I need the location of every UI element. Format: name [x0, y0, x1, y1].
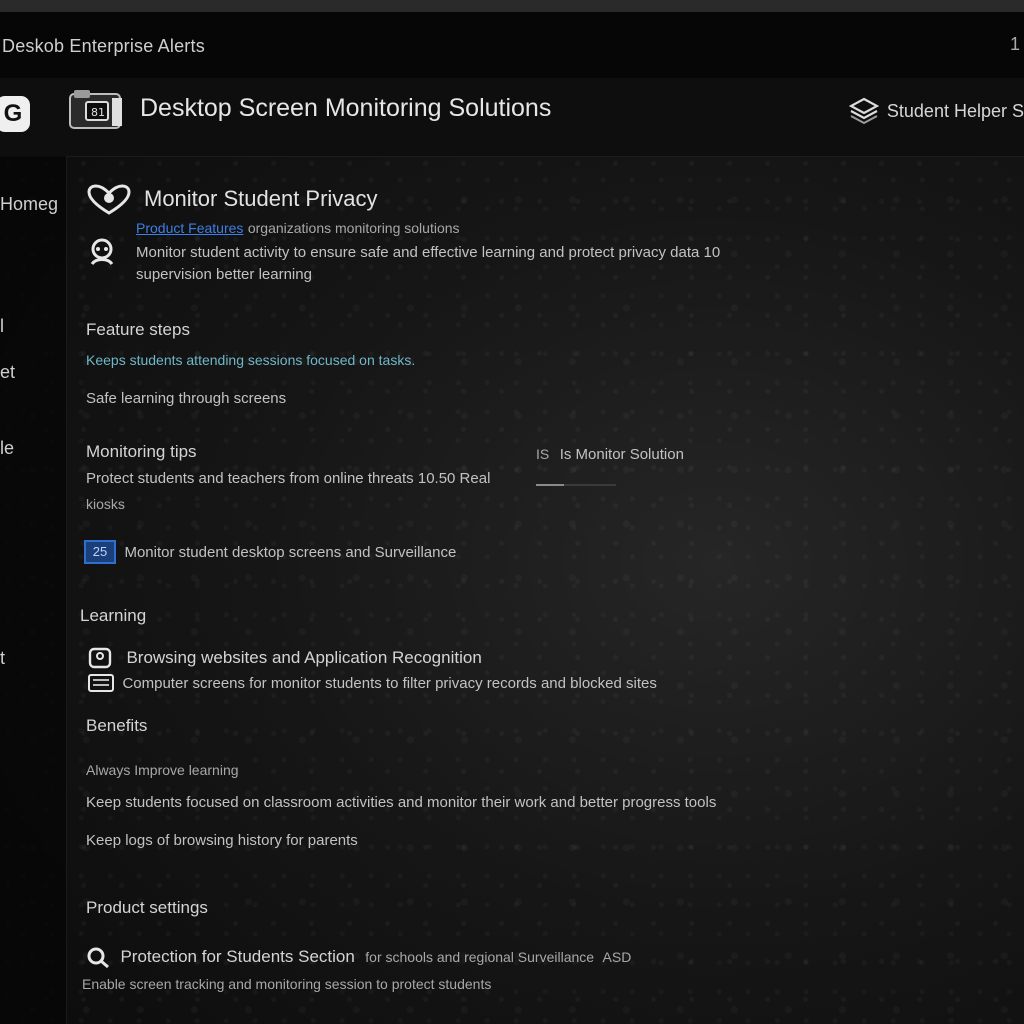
sidebar-item-2[interactable]: l: [0, 316, 4, 337]
product-item-title: Protection for Students Section: [120, 947, 355, 966]
search-icon: [87, 947, 109, 968]
monitoring-line-2: kiosks: [86, 496, 125, 512]
benefits-sub: Always Improve learning: [86, 762, 239, 778]
app-window: Deskob Enterprise Alerts 1 G 81 Desktop …: [0, 0, 1024, 1024]
svg-text:81: 81: [91, 106, 105, 119]
learning-item-title: Browsing websites and Application Recogn…: [126, 648, 482, 667]
product-settings-line: Enable screen tracking and monitoring se…: [82, 976, 492, 992]
sidebar-item-3[interactable]: et: [0, 362, 15, 383]
sidebar-item-4[interactable]: le: [0, 438, 14, 459]
intro-title: Monitor Student Privacy: [144, 186, 378, 211]
intro-link-suffix: organizations monitoring solutions: [247, 220, 460, 236]
monitoring-progress-fill: [536, 484, 564, 486]
product-item-tail: ASD: [602, 949, 632, 965]
monitoring-line-1: Protect students and teachers from onlin…: [86, 470, 491, 487]
camera-monitor-icon: 81: [69, 90, 122, 129]
learning-heading: Learning: [80, 606, 147, 625]
monitoring-right-prefix: IS: [536, 446, 550, 462]
sidebar-item-5[interactable]: t: [0, 648, 5, 669]
app-title: Desktop Screen Monitoring Solutions: [140, 94, 552, 122]
app-logo[interactable]: G: [0, 96, 30, 132]
monitoring-heading: Monitoring tips: [86, 442, 197, 461]
product-settings-heading: Product settings: [86, 898, 208, 917]
title-bar: Deskob Enterprise Alerts 1: [0, 12, 1024, 78]
intro-line-2: supervision better learning: [136, 266, 312, 283]
keyboard-icon: [88, 674, 114, 692]
browser-window-icon: [88, 647, 112, 669]
sidebar: Homeg l et le t: [0, 156, 67, 1024]
heart-shield-icon: [87, 184, 131, 215]
features-line-2: Safe learning through screens: [86, 390, 287, 407]
product-settings-item[interactable]: Protection for Students Section for scho…: [86, 946, 631, 968]
window-corner-glyph[interactable]: 1: [1010, 34, 1020, 55]
header-user-label: Student Helper S: [886, 100, 1024, 121]
user-support-icon: [90, 238, 114, 266]
product-features-link[interactable]: Product Features: [136, 220, 243, 236]
monitoring-right-label: Is Monitor Solution: [559, 446, 684, 463]
product-item-suffix: for schools and regional Surveillance: [365, 949, 595, 965]
intro-line-1: Monitor student activity to ensure safe …: [136, 244, 721, 261]
features-line-1: Keeps students attending sessions focuse…: [86, 352, 416, 368]
benefits-line-2: Keep logs of browsing history for parent…: [86, 832, 358, 849]
layers-icon: [848, 97, 879, 125]
monitoring-right-label-row[interactable]: IS Is Monitor Solution: [536, 446, 684, 464]
learning-item[interactable]: Browsing websites and Application Recogn…: [88, 646, 482, 670]
option-checkbox[interactable]: 25: [84, 540, 116, 564]
intro-link-row: Product Features organizations monitorin…: [136, 220, 460, 238]
main-content: Monitor Student Privacy Product Features…: [66, 156, 1024, 1024]
option-text: Monitor student desktop screens and Surv…: [124, 543, 457, 561]
benefits-heading: Benefits: [86, 716, 148, 735]
features-heading: Feature steps: [86, 320, 190, 339]
learning-item-detail: Computer screens for monitor students to…: [88, 674, 657, 692]
screen-monitor-option[interactable]: 25 Monitor student desktop screens and S…: [84, 540, 456, 564]
monitoring-progress: [536, 484, 616, 486]
window-title: Deskob Enterprise Alerts: [2, 36, 205, 56]
app-header: G 81 Desktop Screen Monitoring Solutions…: [0, 78, 1024, 157]
learning-item-text: Computer screens for monitor students to…: [122, 674, 657, 692]
benefits-line-1: Keep students focused on classroom activ…: [86, 794, 717, 811]
sidebar-item-home[interactable]: Homeg: [0, 194, 58, 215]
header-right-area[interactable]: Student Helper S: [848, 96, 1024, 126]
top-strip: [0, 0, 1024, 12]
